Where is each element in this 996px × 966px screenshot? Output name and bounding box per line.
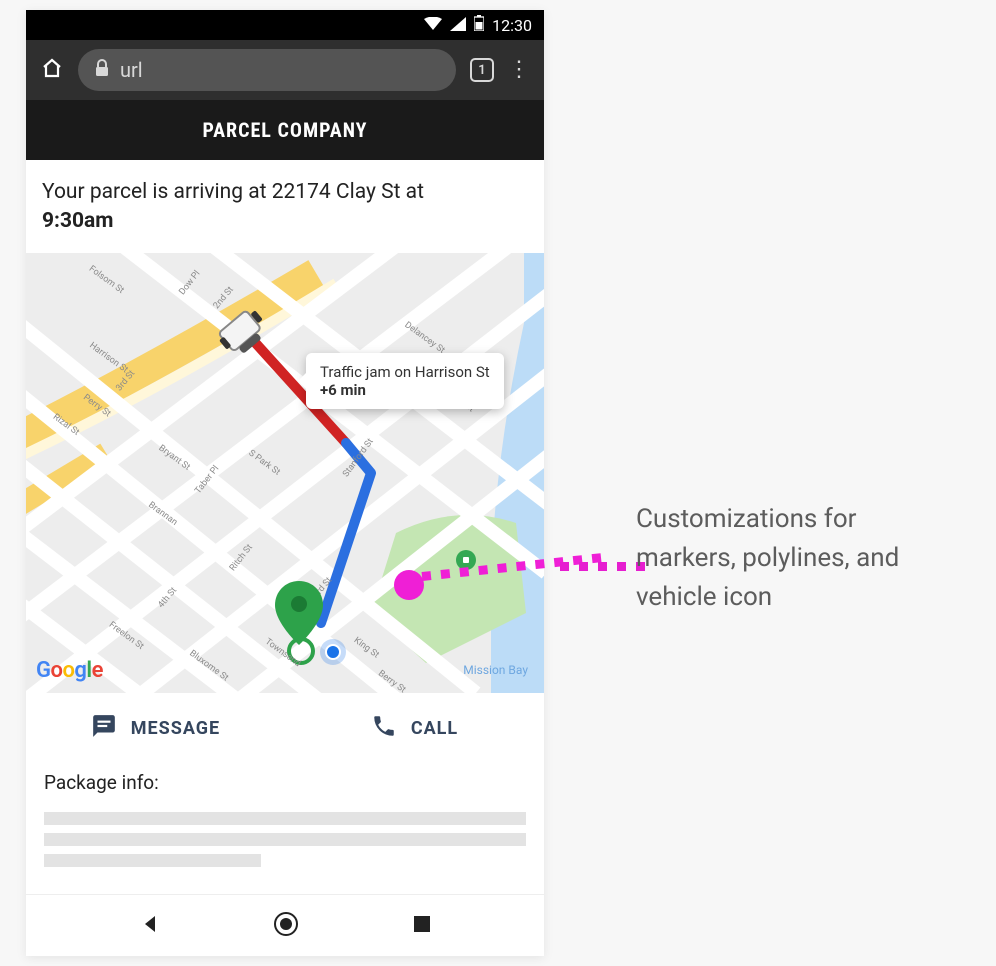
android-nav-bar bbox=[26, 894, 544, 956]
nav-home-icon[interactable] bbox=[273, 911, 299, 941]
destination-marker-icon bbox=[271, 579, 327, 649]
url-text: url bbox=[120, 58, 143, 82]
nav-recent-icon[interactable] bbox=[412, 914, 432, 938]
call-label: CALL bbox=[411, 718, 458, 739]
arrival-middle: at bbox=[400, 180, 424, 204]
wifi-icon bbox=[424, 16, 442, 35]
cell-signal-icon bbox=[450, 16, 466, 35]
browser-toolbar: url 1 ⋮ bbox=[26, 40, 544, 100]
tooltip-delay: +6 min bbox=[320, 381, 490, 399]
package-info-placeholder bbox=[44, 812, 526, 867]
tooltip-text: Traffic jam on Harrison St bbox=[320, 363, 490, 381]
map-tooltip: Traffic jam on Harrison St +6 min bbox=[306, 353, 504, 409]
android-status-bar: 12:30 bbox=[26, 10, 544, 40]
arrival-time: 9:30am bbox=[42, 209, 114, 233]
tab-count-value: 1 bbox=[478, 63, 485, 78]
nav-back-icon[interactable] bbox=[139, 913, 161, 939]
annotation-dotted-line-ext bbox=[560, 562, 645, 571]
annotation-text: Customizations for markers, polylines, a… bbox=[636, 500, 926, 617]
message-icon bbox=[91, 713, 117, 744]
message-label: MESSAGE bbox=[131, 718, 220, 739]
arrival-message: Your parcel is arriving at 22174 Clay St… bbox=[26, 160, 544, 253]
map-area-label: Mission Bay bbox=[463, 663, 528, 677]
arrival-address: 22174 Clay St bbox=[272, 180, 401, 204]
more-menu-icon[interactable]: ⋮ bbox=[508, 59, 530, 81]
status-time: 12:30 bbox=[492, 16, 532, 35]
package-info-heading: Package info: bbox=[26, 765, 544, 802]
tabs-button[interactable]: 1 bbox=[470, 58, 494, 82]
brand-name: PARCEL COMPANY bbox=[202, 118, 367, 142]
location-dot-icon bbox=[325, 644, 341, 660]
lock-icon bbox=[94, 58, 110, 82]
google-logo: Google bbox=[36, 658, 103, 683]
call-button[interactable]: CALL bbox=[285, 713, 544, 744]
arrival-prefix: Your parcel is arriving at bbox=[42, 180, 272, 204]
url-bar[interactable]: url bbox=[78, 49, 456, 91]
action-row: MESSAGE CALL bbox=[26, 693, 544, 765]
phone-frame: 12:30 url 1 ⋮ PARCEL COMPANY Your parcel… bbox=[26, 10, 544, 956]
phone-icon bbox=[371, 713, 397, 744]
annotation-highlight-dot bbox=[394, 570, 424, 600]
battery-icon bbox=[474, 15, 484, 35]
map-view[interactable]: Folsom St Harrison St Bryant St Brannan … bbox=[26, 253, 544, 693]
brand-header: PARCEL COMPANY bbox=[26, 100, 544, 160]
message-button[interactable]: MESSAGE bbox=[26, 713, 285, 744]
home-icon[interactable] bbox=[40, 56, 64, 84]
